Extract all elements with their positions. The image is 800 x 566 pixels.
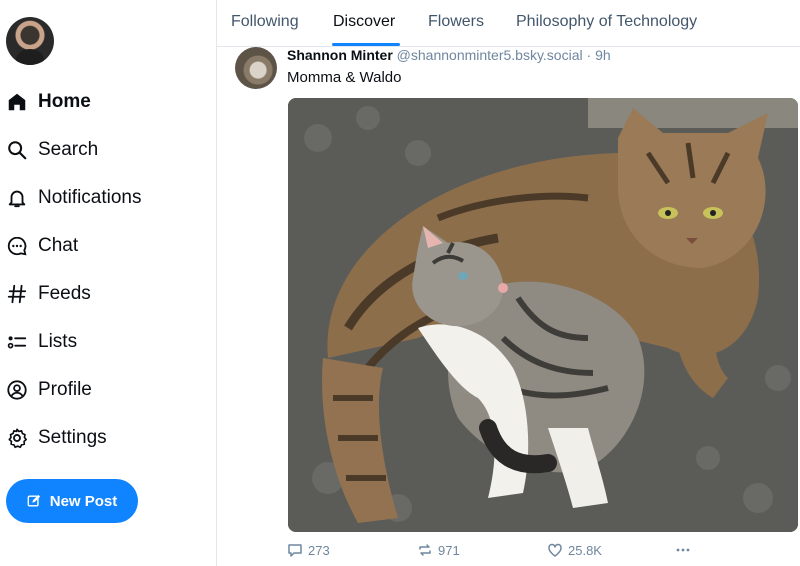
like-count: 25.8K bbox=[568, 542, 602, 558]
bell-icon bbox=[6, 187, 28, 209]
repost-button[interactable]: 971 bbox=[417, 542, 460, 558]
tab-discover[interactable]: Discover bbox=[333, 13, 395, 31]
post-header: Shannon Minter @shannonminter5.bsky.soci… bbox=[287, 47, 611, 63]
nav-item-profile[interactable]: Profile bbox=[6, 366, 206, 414]
nav-label-chat: Chat bbox=[38, 235, 79, 256]
post-author-name[interactable]: Shannon Minter bbox=[287, 47, 393, 63]
post-text: Momma & Waldo bbox=[287, 69, 402, 86]
post-separator: · bbox=[586, 47, 592, 63]
post-image[interactable] bbox=[288, 98, 798, 532]
like-button[interactable]: 25.8K bbox=[547, 542, 602, 558]
nav-label-notifications: Notifications bbox=[38, 187, 142, 208]
nav-item-search[interactable]: Search bbox=[6, 126, 206, 174]
post-author-avatar[interactable] bbox=[235, 47, 277, 89]
hash-icon bbox=[6, 283, 28, 305]
user-circle-icon bbox=[6, 379, 28, 401]
nav-label-settings: Settings bbox=[38, 427, 107, 448]
sidebar: Home Search Notifications Chat Feeds Lis… bbox=[0, 0, 216, 566]
gear-icon bbox=[6, 427, 28, 449]
heart-icon bbox=[548, 543, 562, 557]
feed-tabs: Following Discover Flowers Philosophy of… bbox=[217, 0, 800, 47]
nav-item-settings[interactable]: Settings bbox=[6, 414, 206, 462]
tab-philosophy-of-technology[interactable]: Philosophy of Technology bbox=[516, 13, 697, 31]
nav-label-lists: Lists bbox=[38, 331, 78, 352]
home-icon bbox=[6, 91, 28, 113]
tab-flowers[interactable]: Flowers bbox=[428, 13, 484, 31]
nav-item-chat[interactable]: Chat bbox=[6, 222, 206, 270]
repost-count: 971 bbox=[438, 542, 460, 558]
search-icon bbox=[6, 139, 28, 161]
chat-icon bbox=[6, 235, 28, 257]
reply-icon bbox=[288, 544, 302, 557]
nav-label-profile: Profile bbox=[38, 379, 92, 400]
new-post-button[interactable]: New Post bbox=[6, 479, 138, 523]
nav-item-home[interactable]: Home bbox=[6, 78, 206, 126]
nav-label-home: Home bbox=[38, 91, 91, 112]
reply-count: 273 bbox=[308, 542, 330, 558]
post-author-handle[interactable]: @shannonminter5.bsky.social bbox=[397, 47, 583, 63]
main-nav: Home Search Notifications Chat Feeds Lis… bbox=[6, 78, 206, 462]
nav-item-notifications[interactable]: Notifications bbox=[6, 174, 206, 222]
user-avatar[interactable] bbox=[6, 17, 54, 65]
nav-label-search: Search bbox=[38, 139, 99, 160]
new-post-label: New Post bbox=[49, 492, 118, 510]
compose-icon bbox=[27, 494, 40, 507]
nav-item-feeds[interactable]: Feeds bbox=[6, 270, 206, 318]
more-options-button[interactable] bbox=[675, 542, 691, 558]
repost-icon bbox=[419, 544, 431, 556]
tab-following[interactable]: Following bbox=[231, 13, 299, 31]
post-actions: 273 971 25.8K bbox=[287, 542, 707, 562]
post-timestamp[interactable]: 9h bbox=[595, 47, 611, 63]
active-tab-indicator bbox=[332, 43, 400, 46]
list-icon bbox=[6, 331, 28, 353]
reply-button[interactable]: 273 bbox=[287, 542, 330, 558]
more-icon bbox=[676, 548, 690, 552]
nav-label-feeds: Feeds bbox=[38, 283, 91, 304]
nav-item-lists[interactable]: Lists bbox=[6, 318, 206, 366]
sidebar-divider bbox=[216, 0, 217, 566]
